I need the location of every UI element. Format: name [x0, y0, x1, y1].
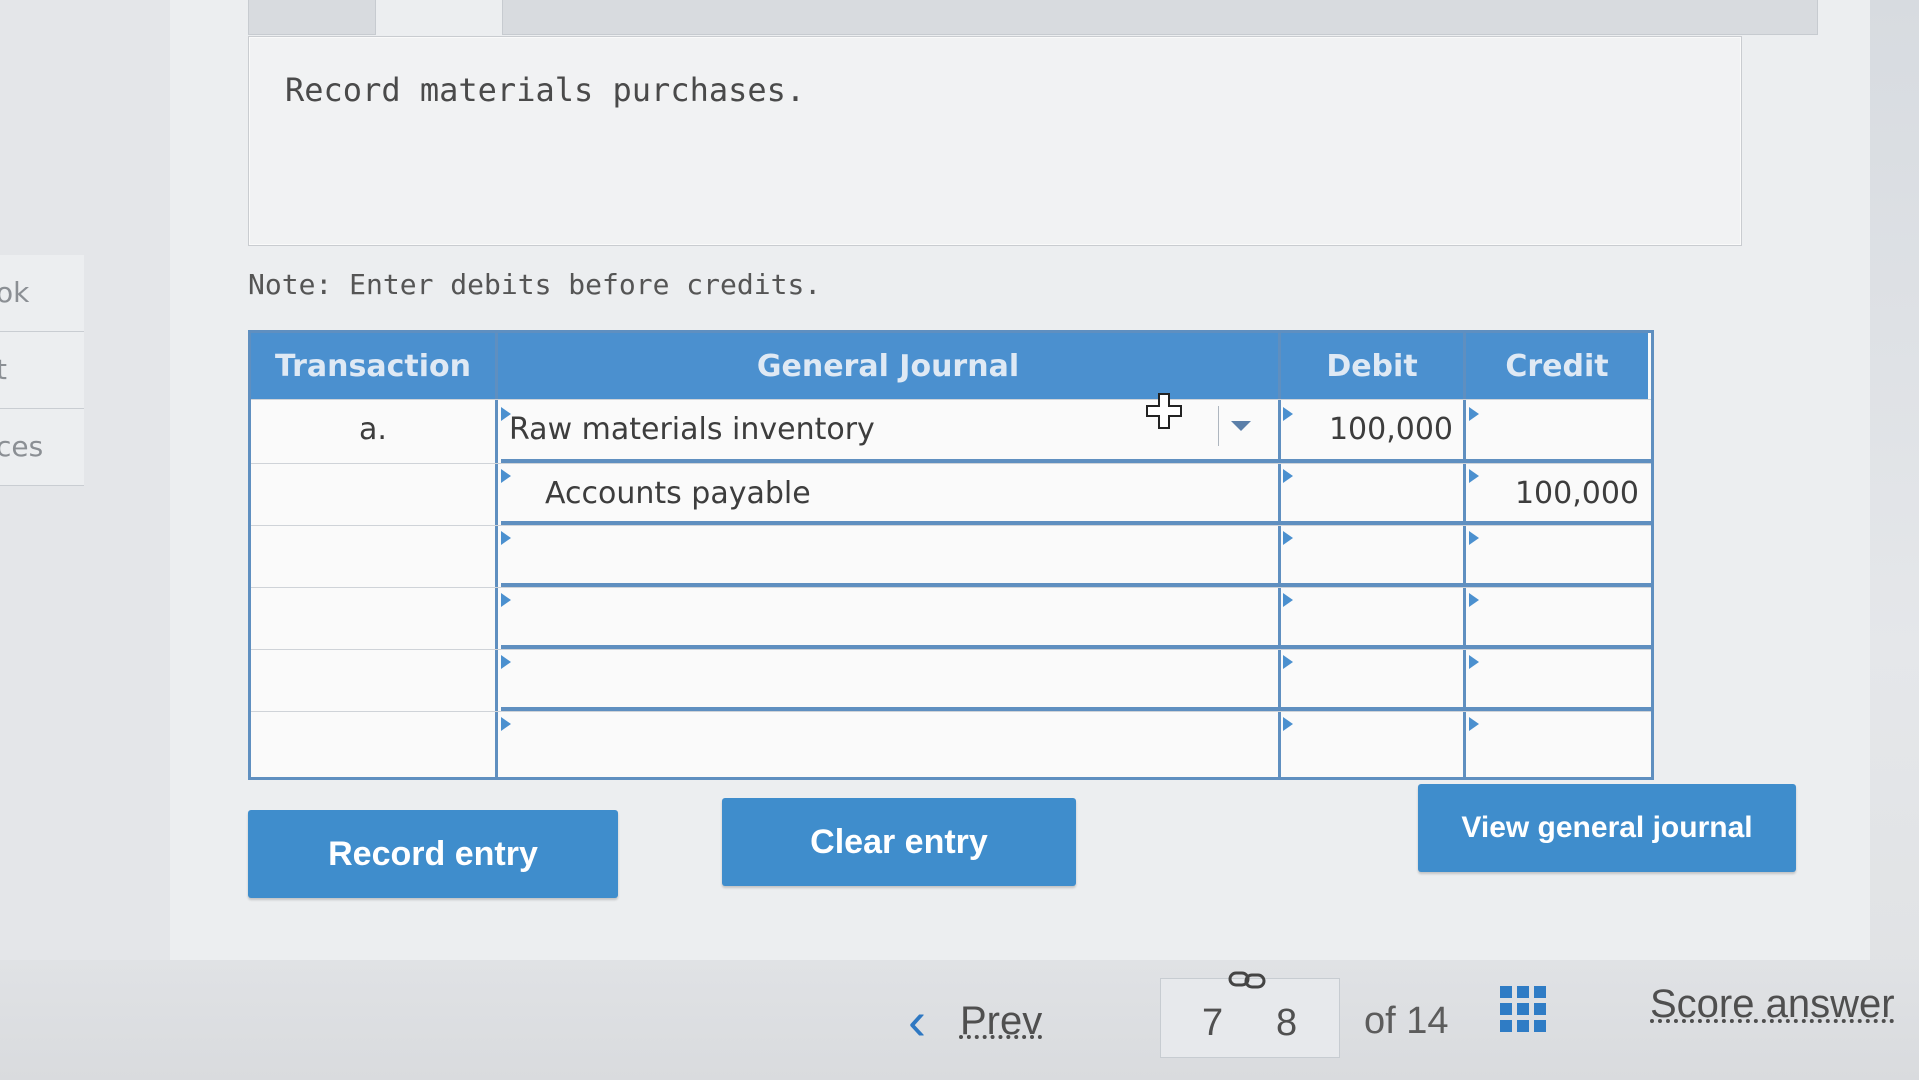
sidebar-item-1[interactable]: ok	[0, 255, 84, 332]
note-text: Note: Enter debits before credits.	[248, 268, 822, 301]
header-transaction: Transaction	[251, 333, 495, 399]
cell-marker-icon	[1469, 717, 1479, 731]
cell-marker-icon	[501, 531, 511, 545]
cell-marker-icon	[501, 717, 511, 731]
sidebar-item-label: t	[0, 353, 7, 386]
cell-marker-icon	[1283, 655, 1293, 669]
grid-icon[interactable]	[1500, 986, 1546, 1032]
cell-marker-icon	[1469, 407, 1479, 421]
prev-button[interactable]: ‹ Prev	[908, 994, 1042, 1048]
account-cell[interactable]: Raw materials inventory	[509, 400, 1249, 458]
record-entry-button[interactable]: Record entry	[248, 810, 618, 898]
page-total: of 14	[1364, 1000, 1449, 1042]
cell-marker-icon	[501, 407, 511, 421]
header-general-journal: General Journal	[498, 333, 1278, 399]
next-page-number[interactable]: 8	[1276, 1002, 1297, 1045]
cell-marker-icon	[1283, 407, 1293, 421]
cell-marker-icon	[1469, 655, 1479, 669]
prev-label: Prev	[959, 998, 1043, 1043]
clear-entry-button[interactable]: Clear entry	[722, 798, 1076, 886]
account-cell[interactable]	[509, 650, 1249, 708]
cell-marker-icon	[1469, 593, 1479, 607]
cell-marker-icon	[501, 655, 511, 669]
journal-table: Transaction General Journal Debit Credit…	[248, 330, 1654, 780]
debit-cell[interactable]	[1283, 464, 1453, 522]
sidebar-item-label: ces	[0, 430, 44, 463]
view-general-journal-button[interactable]: View general journal	[1418, 784, 1796, 872]
transaction-cell	[251, 464, 495, 522]
account-cell[interactable]	[509, 588, 1249, 646]
transaction-cell: a.	[359, 411, 387, 447]
score-answer-link[interactable]: Score answer	[1650, 982, 1895, 1027]
prompt-text: Record materials purchases.	[285, 71, 806, 109]
account-cell[interactable]	[509, 526, 1249, 584]
account-dropdown-button[interactable]	[1218, 406, 1263, 446]
credit-cell[interactable]	[1469, 400, 1639, 458]
table-row	[251, 711, 1651, 770]
top-tab-right[interactable]	[502, 0, 1818, 35]
link-icon	[1228, 966, 1266, 996]
chevron-down-icon	[1231, 421, 1251, 431]
cell-marker-icon	[1469, 531, 1479, 545]
sidebar-item-2[interactable]: t	[0, 332, 84, 409]
cell-marker-icon	[1283, 593, 1293, 607]
account-cell[interactable]	[509, 712, 1249, 770]
debit-cell[interactable]: 100,000	[1283, 400, 1453, 458]
table-row	[251, 649, 1651, 708]
header-credit: Credit	[1466, 333, 1648, 399]
left-sidebar: ok t ces	[0, 0, 170, 1080]
table-row	[251, 525, 1651, 584]
sidebar-item-label: ok	[0, 276, 30, 309]
cell-marker-icon	[1283, 531, 1293, 545]
cell-marker-icon	[1283, 717, 1293, 731]
current-page-number[interactable]: 7	[1202, 1002, 1223, 1045]
cell-marker-icon	[1469, 469, 1479, 483]
prompt-box: Record materials purchases.	[248, 36, 1742, 246]
chevron-left-icon: ‹	[908, 991, 926, 1051]
table-row: Accounts payable 100,000	[251, 463, 1651, 522]
table-row	[251, 587, 1651, 646]
credit-cell[interactable]: 100,000	[1469, 464, 1639, 522]
account-cell[interactable]: Accounts payable	[545, 464, 1245, 522]
cell-marker-icon	[501, 469, 511, 483]
sidebar-item-3[interactable]: ces	[0, 409, 84, 486]
header-debit: Debit	[1281, 333, 1463, 399]
table-row: a. Raw materials inventory 100,000	[251, 399, 1651, 458]
move-cursor-icon	[1146, 393, 1182, 429]
cell-marker-icon	[501, 593, 511, 607]
top-tab-left[interactable]	[248, 0, 376, 35]
cell-marker-icon	[1283, 469, 1293, 483]
